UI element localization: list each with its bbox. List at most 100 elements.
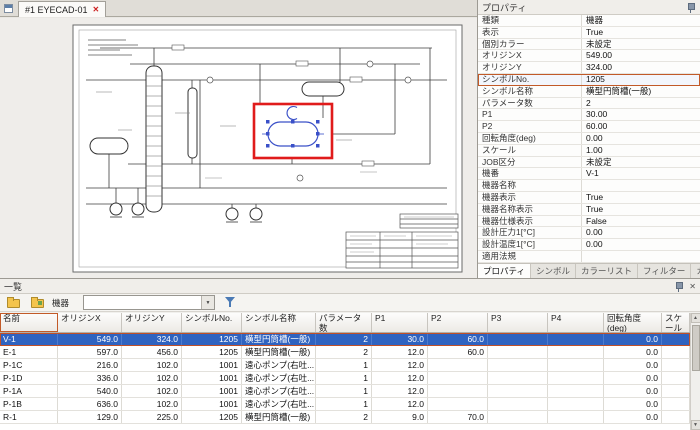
table-row[interactable]: R-1129.0225.01205横型円筒槽(一般)29.070.00.0 [0,411,690,424]
table-cell: 70.0 [428,411,488,423]
property-row[interactable]: 機器仕様表示 False [478,216,700,228]
property-value: True [582,27,700,38]
property-row[interactable]: 機器名称 [478,180,700,192]
list-close-icon[interactable]: ✕ [689,282,696,291]
table-cell [428,372,488,384]
column-header[interactable]: シンボル名称 [242,313,316,332]
property-value [582,180,700,191]
property-row[interactable]: 設計圧力1[°C] 0.00 [478,227,700,239]
property-row[interactable]: 回転角度(deg) 0.00 [478,133,700,145]
column-header[interactable]: オリジンX [58,313,122,332]
list-title: 一覧 [4,280,674,293]
table-cell [548,372,604,384]
table-cell [662,372,690,384]
pump-p1b [250,208,262,220]
column-header[interactable]: オリジンY [122,313,182,332]
table-row[interactable]: V-1549.0324.01205横型円筒槽(一般)230.060.00.0 [0,333,690,346]
table-row[interactable]: P-1A540.0102.01001遠心ポンプ(右吐...112.00.0 [0,385,690,398]
panel-tab-カラーリスト[interactable]: カラーリスト [576,264,638,278]
properties-header: プロパティ [478,0,700,15]
column-header[interactable]: P1 [372,313,428,332]
open-folder-button[interactable] [4,295,22,310]
property-label: 機器名称 [478,180,582,191]
table-cell: 102.0 [122,385,182,397]
list-pin-icon[interactable] [674,281,684,292]
table-row[interactable]: E-1597.0456.01205横型円筒槽(一般)212.060.00.0 [0,346,690,359]
table-cell: 0.0 [604,346,662,358]
scroll-down-icon[interactable]: ▼ [691,420,700,430]
panel-tab-カラー条件[interactable]: カラー条件 [691,264,700,278]
filter-button[interactable] [221,295,239,310]
property-row[interactable]: P2 60.00 [478,121,700,133]
new-folder-button[interactable] [28,295,46,310]
property-label: シンボルNo. [478,74,582,85]
column-header[interactable]: シンボルNo. [182,313,242,332]
table-cell: 遠心ポンプ(右吐... [242,385,316,397]
properties-title: プロパティ [482,1,686,14]
panel-tab-フィルター[interactable]: フィルター [638,264,691,278]
property-row[interactable]: シンボルNo. 1205 [478,74,700,86]
property-row[interactable]: オリジンX 549.00 [478,50,700,62]
table-cell: 102.0 [122,372,182,384]
scroll-up-icon[interactable]: ▲ [691,313,700,323]
table-row[interactable]: P-1B636.0102.01001遠心ポンプ(右吐...112.00.0 [0,398,690,411]
table-cell [548,346,604,358]
panel-tab-プロパティ[interactable]: プロパティ [478,264,531,278]
table-row[interactable]: P-1D336.0102.01001遠心ポンプ(右吐...112.00.0 [0,372,690,385]
pin-icon[interactable] [686,2,696,13]
table-cell: 2 [316,346,372,358]
property-row[interactable]: JOB区分 未設定 [478,157,700,169]
property-row[interactable]: オリジンY 324.00 [478,62,700,74]
table-cell: 129.0 [58,411,122,423]
table-cell: 1205 [182,333,242,345]
property-value: 30.00 [582,109,700,120]
list-toolbar: 機器 ▼ [0,294,700,312]
column-header[interactable]: P3 [488,313,548,332]
table-cell: 1001 [182,372,242,384]
table-cell: P-1A [0,385,58,397]
property-row[interactable]: スケール 1.00 [478,145,700,157]
property-value: 0.00 [582,239,700,250]
table-cell: 1001 [182,385,242,397]
property-value: False [582,216,700,227]
property-row[interactable]: 機番 V-1 [478,168,700,180]
column-header[interactable]: 回転角度(deg) [604,313,662,332]
panel-tab-シンボル[interactable]: シンボル [531,264,576,278]
table-cell: 0.0 [604,333,662,345]
scroll-thumb[interactable] [692,325,700,371]
drawing-canvas[interactable] [0,18,477,278]
table-cell: 1 [316,359,372,371]
column-header[interactable]: パラメータ数 [316,313,372,332]
property-row[interactable]: パラメータ数 2 [478,98,700,110]
table-header: 名前オリジンXオリジンYシンボルNo.シンボル名称パラメータ数P1P2P3P4回… [0,313,690,333]
property-row[interactable]: 適用法規 [478,251,700,263]
property-value: 1.00 [582,145,700,156]
vertical-scrollbar[interactable]: ▲ ▼ [690,313,700,430]
property-row[interactable]: 種類 機器 [478,15,700,27]
property-row[interactable]: 機器名称表示 True [478,204,700,216]
property-label: パラメータ数 [478,98,582,109]
table-row[interactable]: P-1C216.0102.01001遠心ポンプ(右吐...112.00.0 [0,359,690,372]
table-cell [548,359,604,371]
chevron-down-icon[interactable]: ▼ [201,296,214,309]
property-label: 設計温度1[°C] [478,239,582,250]
symbol-filter-combo[interactable]: ▼ [83,295,215,310]
column-header[interactable]: 名前 [0,313,58,332]
table-cell [662,359,690,371]
table-cell: 1 [316,385,372,397]
property-row[interactable]: 機器表示 True [478,192,700,204]
column-header[interactable]: P2 [428,313,488,332]
property-row[interactable]: シンボル名称 横型円筒槽(一般) [478,86,700,98]
property-row[interactable]: 設計温度1[°C] 0.00 [478,239,700,251]
document-tab[interactable]: #1 EYECAD-01 ✕ [18,1,106,17]
table-cell [662,346,690,358]
table-cell: R-1 [0,411,58,423]
property-row[interactable]: 表示 True [478,27,700,39]
property-row[interactable]: P1 30.00 [478,109,700,121]
table-cell [488,333,548,345]
column-header[interactable]: P4 [548,313,604,332]
column-header[interactable]: スケール [662,313,690,332]
tab-close-icon[interactable]: ✕ [93,5,100,14]
property-row[interactable]: 個別カラー 未設定 [478,39,700,51]
table-body: V-1549.0324.01205横型円筒槽(一般)230.060.00.0E-… [0,333,690,424]
